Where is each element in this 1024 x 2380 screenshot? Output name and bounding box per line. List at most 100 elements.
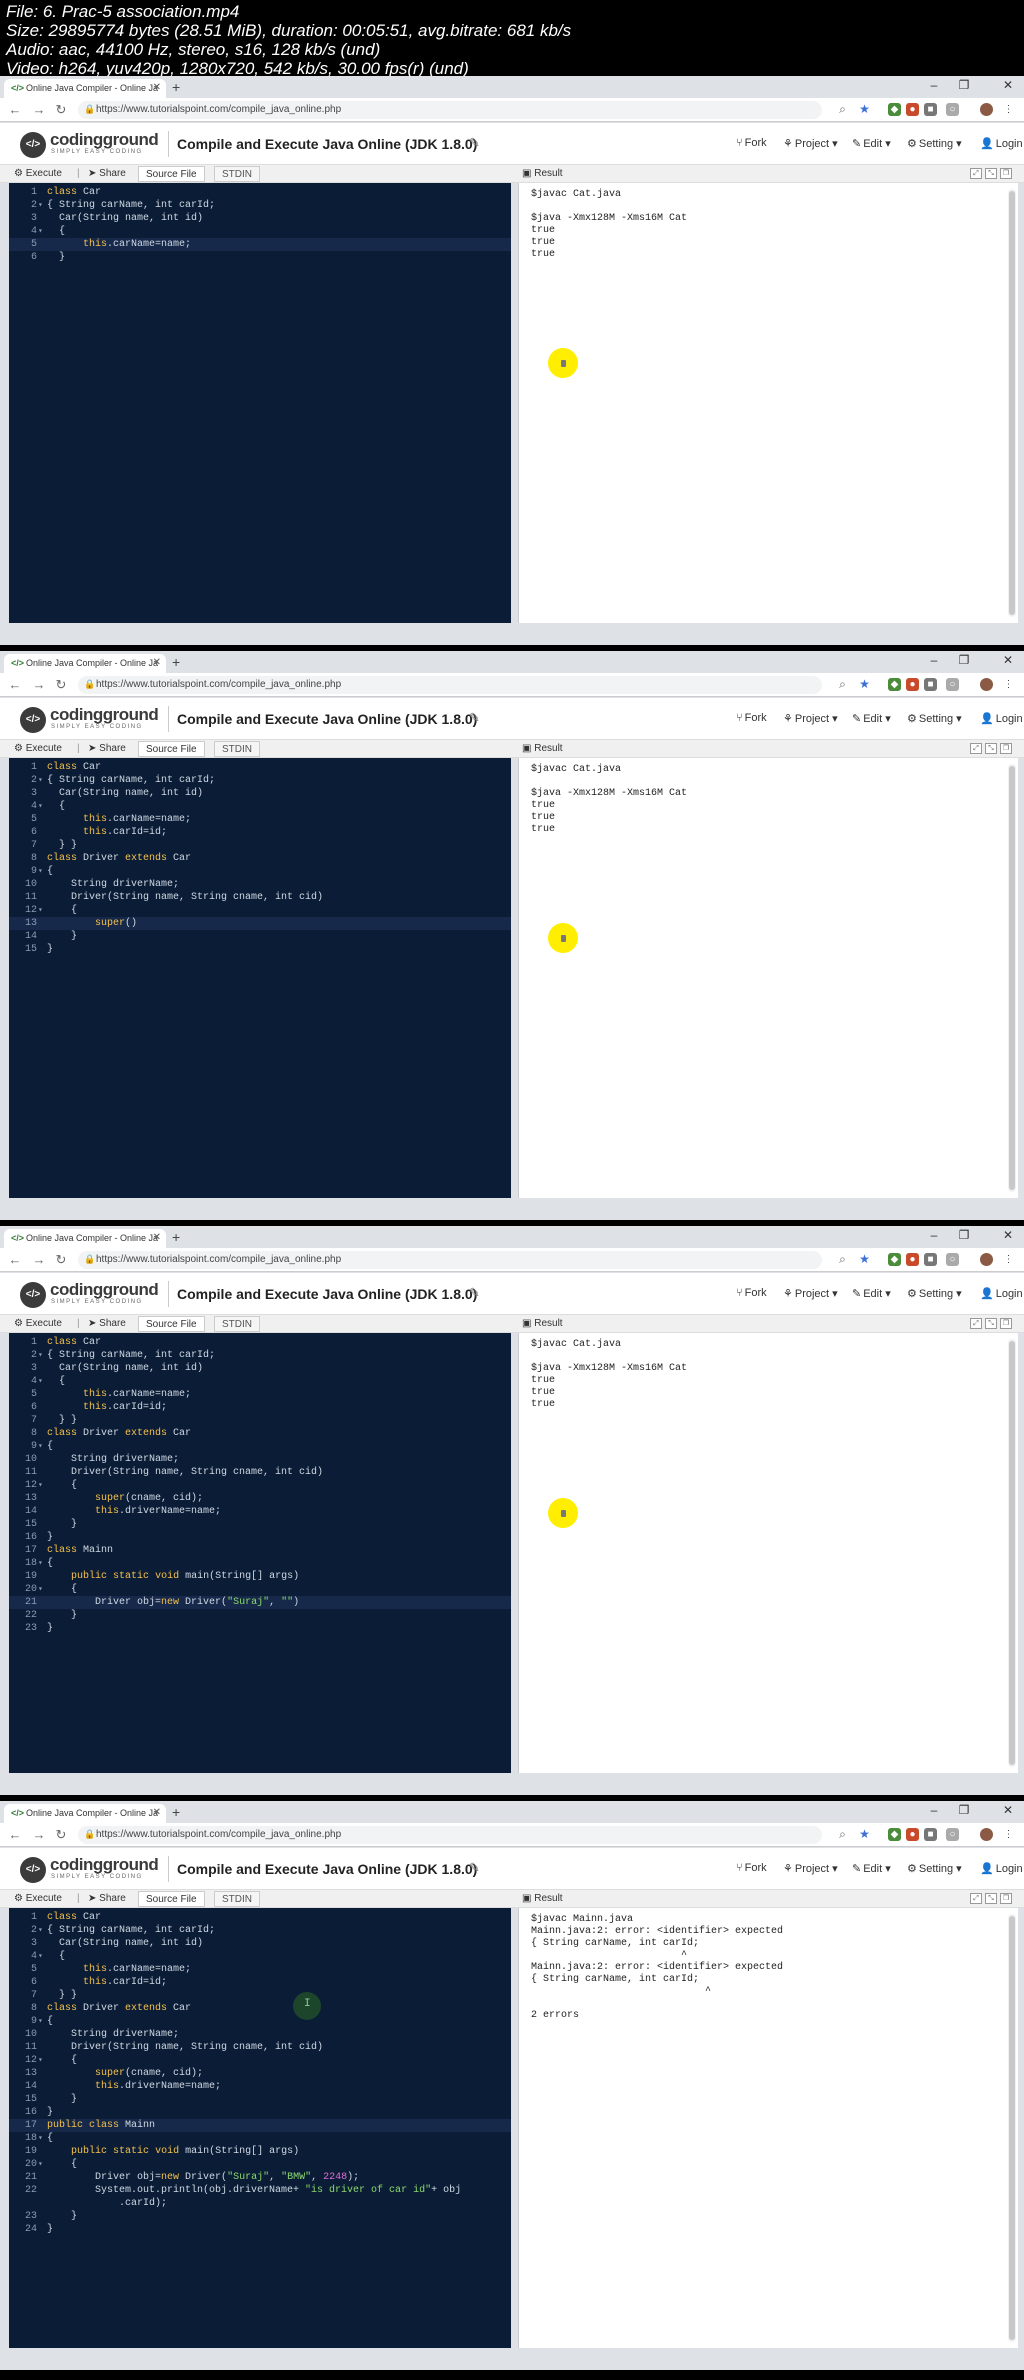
code-line[interactable]: 6 this.carId=id; [9, 1976, 511, 1989]
scroll-thumb[interactable] [1009, 1916, 1015, 2340]
fold-toggle-icon[interactable]: ▾ [38, 1950, 43, 1963]
fold-toggle-icon[interactable]: ▾ [38, 1583, 43, 1596]
code-line[interactable]: 2 ▾ { String carName, int carId; [9, 1349, 511, 1362]
tab-source-file[interactable]: Source File [138, 166, 205, 182]
scroll-thumb[interactable] [1009, 191, 1015, 615]
fold-toggle-icon[interactable]: ▾ [38, 1557, 43, 1570]
extension-icon[interactable]: ○ [946, 103, 959, 116]
url-input[interactable]: 🔒 https://www.tutorialspoint.com/compile… [78, 101, 822, 119]
minimize-icon[interactable]: – [924, 78, 944, 92]
code-line[interactable]: 5 this.carName=name; [9, 1388, 511, 1401]
result-pane[interactable]: $javac Cat.java $java -Xmx128M -Xms16M Ca… [518, 183, 1018, 623]
maximize-icon[interactable]: ❐ [954, 1803, 974, 1817]
codingground-logo[interactable]: </> codingground SIMPLY EASY CODING [20, 130, 160, 158]
fork-button[interactable]: ⑂ Fork [736, 712, 767, 724]
restore-icon[interactable]: ❐ [1000, 1893, 1012, 1904]
fullscreen-icon[interactable]: ⤡ [985, 1318, 997, 1329]
new-tab-icon[interactable]: + [172, 1229, 180, 1245]
code-line[interactable]: 14 this.driverName=name; [9, 1505, 511, 1518]
code-line[interactable]: 5 this.carName=name; [9, 813, 511, 826]
result-scrollbar[interactable] [1008, 764, 1016, 1192]
code-line[interactable]: 8 class Driver extends Car [9, 1427, 511, 1440]
fold-toggle-icon[interactable]: ▾ [38, 774, 43, 787]
code-editor[interactable]: 1 class Car 2 ▾{ String carName, int carId;… [9, 758, 511, 1198]
search-icon[interactable]: ⌕ [836, 1828, 849, 1841]
tab-source-file[interactable]: Source File [138, 741, 205, 757]
fork-button[interactable]: ⑂ Fork [736, 1287, 767, 1299]
code-line[interactable]: 3 Car(String name, int id) [9, 1362, 511, 1375]
codingground-logo[interactable]: </> codingground SIMPLY EASY CODING [20, 705, 160, 733]
execute-button[interactable]: ⚙ Execute [14, 1893, 62, 1904]
edit-title-icon[interactable]: ✎ [469, 710, 480, 726]
code-line[interactable]: 14 this.driverName=name; [9, 2080, 511, 2093]
code-line[interactable]: 14 } [9, 930, 511, 943]
forward-icon[interactable]: → [32, 102, 46, 117]
code-line[interactable]: 4 ▾ { [9, 1375, 511, 1388]
code-line[interactable]: 24} [9, 2223, 511, 2236]
setting-menu[interactable]: ⚙ Setting ▾ [907, 1287, 962, 1300]
setting-menu[interactable]: ⚙ Setting ▾ [907, 137, 962, 150]
tab-source-file[interactable]: Source File [138, 1316, 205, 1332]
edit-title-icon[interactable]: ✎ [469, 1860, 480, 1876]
code-line[interactable]: 12 ▾ { [9, 904, 511, 917]
fold-toggle-icon[interactable]: ▾ [38, 865, 43, 878]
extension-icon[interactable]: ◆ [888, 1253, 901, 1266]
new-tab-icon[interactable]: + [172, 654, 180, 670]
code-line[interactable]: 10 String driverName; [9, 2028, 511, 2041]
setting-menu[interactable]: ⚙ Setting ▾ [907, 1862, 962, 1875]
tab-stdin[interactable]: STDIN [214, 166, 260, 182]
star-icon[interactable]: ★ [858, 678, 871, 691]
code-line[interactable]: 23 } [9, 2210, 511, 2223]
maximize-icon[interactable]: ❐ [954, 653, 974, 667]
code-line[interactable]: 17 class Mainn [9, 1544, 511, 1557]
back-icon[interactable]: ← [8, 102, 22, 117]
code-line[interactable]: 1 class Car [9, 1911, 511, 1924]
fold-toggle-icon[interactable]: ▾ [38, 2015, 43, 2028]
edit-title-icon[interactable]: ✎ [469, 135, 480, 151]
code-line[interactable]: 1 class Car [9, 186, 511, 199]
code-line[interactable]: 12 ▾ { [9, 1479, 511, 1492]
avatar[interactable] [980, 1253, 993, 1266]
code-editor[interactable]: 1 class Car 2 ▾{ String carName, int carId;… [9, 1908, 511, 2348]
expand-icon[interactable]: ⤢ [970, 1893, 982, 1904]
window-close-icon[interactable]: ✕ [998, 1803, 1018, 1817]
fold-toggle-icon[interactable]: ▾ [38, 225, 43, 238]
result-pane[interactable]: $javac Cat.java $java -Xmx128M -Xms16M Ca… [518, 758, 1018, 1198]
project-menu[interactable]: ⚘ Project ▾ [783, 137, 838, 150]
code-line[interactable]: 4 ▾ { [9, 1950, 511, 1963]
share-button[interactable]: ➤ Share [88, 168, 126, 179]
search-icon[interactable]: ⌕ [836, 678, 849, 691]
star-icon[interactable]: ★ [858, 103, 871, 116]
kebab-menu-icon[interactable]: ⋮ [1002, 1253, 1015, 1266]
code-line[interactable]: 15 } [9, 2093, 511, 2106]
code-line[interactable]: 10 String driverName; [9, 1453, 511, 1466]
fold-toggle-icon[interactable]: ▾ [38, 199, 43, 212]
extension-icon[interactable]: ● [906, 1828, 919, 1841]
code-line[interactable]: 4 ▾ { [9, 225, 511, 238]
kebab-menu-icon[interactable]: ⋮ [1002, 678, 1015, 691]
result-scrollbar[interactable] [1008, 1339, 1016, 1767]
extension-icon[interactable]: ■ [924, 1828, 937, 1841]
fork-button[interactable]: ⑂ Fork [736, 1862, 767, 1874]
fold-toggle-icon[interactable]: ▾ [38, 2158, 43, 2171]
code-line[interactable]: .carId); [9, 2197, 511, 2210]
tab-stdin[interactable]: STDIN [214, 741, 260, 757]
code-line[interactable]: 5 this.carName=name; [9, 1963, 511, 1976]
code-line[interactable]: 3 Car(String name, int id) [9, 1937, 511, 1950]
expand-icon[interactable]: ⤢ [970, 1318, 982, 1329]
back-icon[interactable]: ← [8, 1827, 22, 1842]
code-line[interactable]: 3 Car(String name, int id) [9, 212, 511, 225]
code-line[interactable]: 13 super(cname, cid); [9, 1492, 511, 1505]
extension-icon[interactable]: ● [906, 103, 919, 116]
extension-icon[interactable]: ■ [924, 103, 937, 116]
code-line[interactable]: 1 class Car [9, 761, 511, 774]
fold-toggle-icon[interactable]: ▾ [38, 2054, 43, 2067]
code-line[interactable]: 3 Car(String name, int id) [9, 787, 511, 800]
back-icon[interactable]: ← [8, 677, 22, 692]
fold-toggle-icon[interactable]: ▾ [38, 904, 43, 917]
tab-source-file[interactable]: Source File [138, 1891, 205, 1907]
code-line[interactable]: 5 this.carName=name; [9, 238, 511, 251]
window-close-icon[interactable]: ✕ [998, 78, 1018, 92]
code-line[interactable]: 12 ▾ { [9, 2054, 511, 2067]
url-input[interactable]: 🔒 https://www.tutorialspoint.com/compile… [78, 1826, 822, 1844]
